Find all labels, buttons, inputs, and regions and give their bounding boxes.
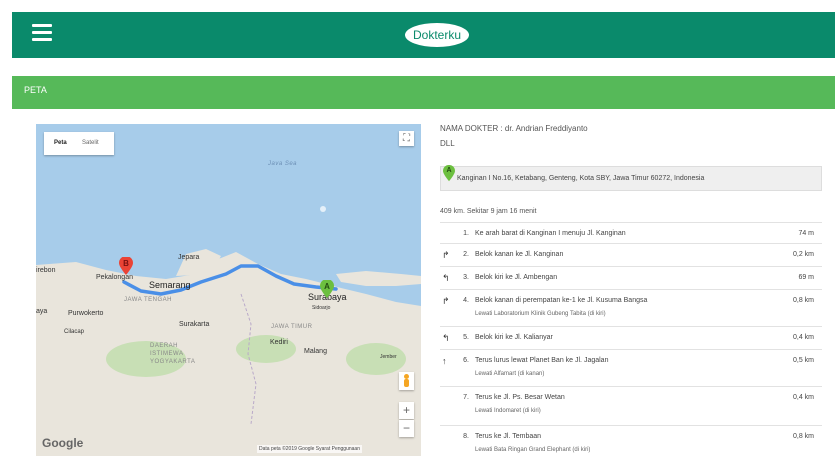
step-instruction: Terus ke Jl. Ps. Besar Wetan <box>475 394 565 401</box>
step-distance: 74 m <box>798 230 814 237</box>
marker-b-label: B <box>123 259 129 268</box>
direction-step[interactable]: ↱ 4. Belok kanan di perempatan ke-1 ke J… <box>440 289 822 326</box>
direction-step[interactable]: 8. Terus ke Jl. Tembaan Lewati Bata Ring… <box>440 425 822 462</box>
map-label-sidoarjo: Sidoarjo <box>312 305 331 311</box>
map-type-control: Peta Satelit <box>44 132 114 155</box>
directions-steps: 1. Ke arah barat di Kanginan I menuju Jl… <box>440 222 822 462</box>
main-content: Peta Satelit ⛶ Java Sea irebon Pekalonga… <box>12 109 835 456</box>
direction-step[interactable]: 1. Ke arah barat di Kanginan I menuju Jl… <box>440 222 822 243</box>
step-number: 2. <box>463 251 469 258</box>
directions-panel: NAMA DOKTER : dr. Andrian Freddiyanto DL… <box>440 124 822 453</box>
hamburger-menu-icon[interactable] <box>32 24 52 42</box>
step-instruction: Belok kiri ke Jl. Ambengan <box>475 274 558 281</box>
start-address[interactable]: A Kanginan I No.16, Ketabang, Genteng, K… <box>440 164 822 191</box>
map-type-map-button[interactable]: Peta <box>54 140 67 146</box>
turn-left-icon: ↰ <box>442 333 450 343</box>
map-canvas <box>36 206 421 456</box>
step-note: Lewati Bata Ringan Grand Elephant (di ki… <box>475 447 591 453</box>
zoom-out-button[interactable]: − <box>399 420 414 437</box>
fullscreen-icon[interactable]: ⛶ <box>399 131 414 146</box>
step-number: 4. <box>463 297 469 304</box>
step-note: Lewati Laboratorium Klinik Gubeng Tabita… <box>475 311 606 317</box>
step-instruction: Ke arah barat di Kanginan I menuju Jl. K… <box>475 230 626 237</box>
step-number: 5. <box>463 334 469 341</box>
step-distance: 69 m <box>798 274 814 281</box>
step-instruction: Terus ke Jl. Tembaan <box>475 433 542 440</box>
start-marker-label: A <box>446 167 452 174</box>
google-logo: Google <box>42 436 84 450</box>
step-distance: 0,2 km <box>792 251 814 258</box>
island-dot <box>320 206 326 212</box>
start-address-text: Kanginan I No.16, Ketabang, Genteng, Kot… <box>457 175 705 182</box>
brand-logo[interactable]: Dokterku <box>405 23 469 47</box>
step-distance: 0,5 km <box>792 357 814 364</box>
map-label-yogyakarta: DAERAH ISTIMEWA YOGYAKARTA <box>150 343 196 365</box>
section-title: PETA <box>24 85 47 95</box>
step-number: 8. <box>463 433 469 440</box>
green-area <box>346 343 406 375</box>
section-header: PETA <box>12 76 835 109</box>
madura-island <box>336 271 421 286</box>
map-attribution[interactable]: Data peta ©2019 Google Syarat Penggunaan <box>257 445 362 453</box>
map-label-jawa-timur: JAWA TIMUR <box>271 324 313 330</box>
map-label-aya: aya <box>36 308 48 315</box>
map-label-jember: Jember <box>380 354 397 360</box>
start-marker-icon: A <box>443 164 455 182</box>
direction-step[interactable]: ↰ 3. Belok kiri ke Jl. Ambengan 69 m <box>440 266 822 289</box>
step-note: Lewati Alfamart (di kanan) <box>475 371 545 377</box>
marker-b-icon[interactable]: B <box>119 257 133 275</box>
top-navbar: Dokterku <box>12 12 835 58</box>
step-instruction: Belok kanan ke Jl. Kanginan <box>475 251 564 258</box>
step-instruction: Belok kiri ke Jl. Kalianyar <box>475 334 553 341</box>
map-label-cirebon: irebon <box>36 267 56 274</box>
map-label-pekalongan: Pekalongan <box>96 274 133 281</box>
straight-arrow-icon: ↑ <box>442 356 447 366</box>
map-type-satellite-button[interactable]: Satelit <box>82 140 99 146</box>
turn-right-icon: ↱ <box>442 250 450 260</box>
zoom-in-button[interactable]: + <box>399 402 414 419</box>
step-number: 3. <box>463 274 469 281</box>
step-instruction: Belok kanan di perempatan ke-1 ke Jl. Ku… <box>475 297 648 304</box>
map-label-java-sea: Java Sea <box>268 161 298 167</box>
map-label-semarang: Semarang <box>149 280 191 290</box>
marker-a-label: A <box>324 282 330 291</box>
step-number: 7. <box>463 394 469 401</box>
turn-left-icon: ↰ <box>442 273 450 283</box>
map-label-purwokerto: Purwokerto <box>68 310 104 317</box>
map-label-jepara: Jepara <box>178 254 200 261</box>
map-label-malang: Malang <box>304 348 327 355</box>
map-label-kediri: Kediri <box>270 339 288 346</box>
step-distance: 0,8 km <box>792 433 814 440</box>
direction-step[interactable]: ↰ 5. Belok kiri ke Jl. Kalianyar 0,4 km <box>440 326 822 349</box>
step-distance: 0,4 km <box>792 334 814 341</box>
step-number: 1. <box>463 230 469 237</box>
turn-right-icon: ↱ <box>442 296 450 306</box>
marker-a-icon[interactable]: A <box>320 280 334 298</box>
step-number: 6. <box>463 357 469 364</box>
direction-step[interactable]: ↑ 6. Terus lurus lewat Planet Ban ke Jl.… <box>440 349 822 386</box>
route-summary: 409 km. Sekitar 9 jam 16 menit <box>440 208 537 215</box>
direction-step[interactable]: ↱ 2. Belok kanan ke Jl. Kanginan 0,2 km <box>440 243 822 266</box>
route-map[interactable]: Peta Satelit ⛶ Java Sea irebon Pekalonga… <box>36 124 421 456</box>
map-label-jawa-tengah: JAWA TENGAH <box>124 297 172 303</box>
map-label-cilacap: Cilacap <box>64 329 85 335</box>
step-distance: 0,8 km <box>792 297 814 304</box>
map-label-surakarta: Surakarta <box>179 321 210 328</box>
step-distance: 0,4 km <box>792 394 814 401</box>
step-instruction: Terus lurus lewat Planet Ban ke Jl. Jaga… <box>475 357 609 364</box>
direction-step[interactable]: 7. Terus ke Jl. Ps. Besar Wetan Lewati I… <box>440 386 822 425</box>
doctor-extra: DLL <box>440 139 455 148</box>
street-view-pegman-icon[interactable] <box>399 372 414 390</box>
doctor-name: NAMA DOKTER : dr. Andrian Freddiyanto <box>440 124 588 133</box>
step-note: Lewati Indomaret (di kiri) <box>475 408 541 414</box>
